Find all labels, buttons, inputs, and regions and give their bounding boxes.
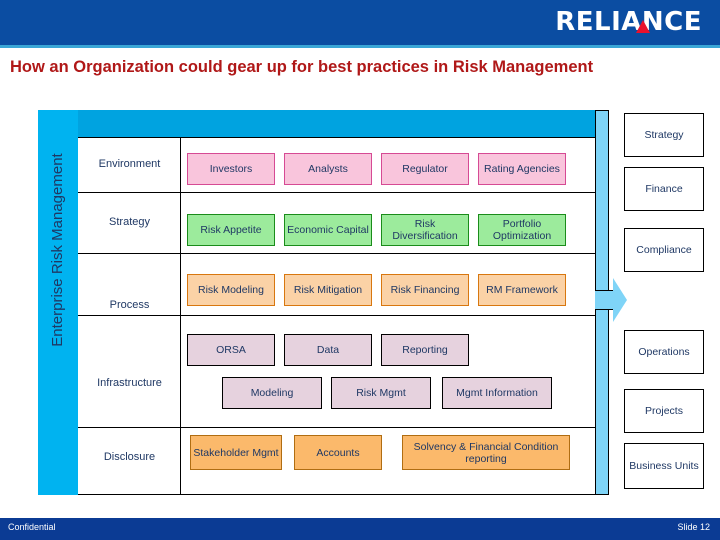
row-divider-top — [78, 137, 608, 138]
row-divider-bottom — [78, 494, 608, 495]
box-risk-mgmt[interactable]: Risk Mgmt — [331, 377, 431, 409]
reliance-logo: RELIANCE — [555, 7, 702, 37]
erm-framework-diagram: Enterprise Risk Management Environment S… — [38, 110, 608, 495]
box-accounts[interactable]: Accounts — [294, 435, 382, 470]
box-risk-modeling[interactable]: Risk Modeling — [187, 274, 275, 306]
side-box-business-units[interactable]: Business Units — [624, 443, 704, 489]
erm-vertical-label: Enterprise Risk Management — [49, 153, 66, 347]
box-stakeholder-mgmt[interactable]: Stakeholder Mgmt — [190, 435, 282, 470]
box-analysts[interactable]: Analysts — [284, 153, 372, 185]
box-rm-framework[interactable]: RM Framework — [478, 274, 566, 306]
diagram-top-band — [78, 110, 608, 137]
box-economic-capital[interactable]: Economic Capital — [284, 214, 372, 246]
box-rating-agencies[interactable]: Rating Agencies — [478, 153, 566, 185]
header-divider — [0, 45, 720, 48]
row-divider-3 — [78, 315, 608, 316]
erm-vertical-bar: Enterprise Risk Management — [38, 110, 78, 495]
box-risk-appetite[interactable]: Risk Appetite — [187, 214, 275, 246]
row-label-strategy: Strategy — [109, 216, 150, 228]
row-divider-2 — [78, 253, 608, 254]
row-label-process: Process — [109, 299, 150, 311]
confidentiality-label: Confidential — [8, 522, 56, 532]
side-box-finance[interactable]: Finance — [624, 167, 704, 211]
row-label-disclosure: Disclosure — [103, 451, 156, 463]
box-risk-financing[interactable]: Risk Financing — [381, 274, 469, 306]
side-box-operations[interactable]: Operations — [624, 330, 704, 374]
page-title: How an Organization could gear up for be… — [10, 58, 594, 76]
slide-number: Slide 12 — [677, 522, 710, 532]
side-box-compliance[interactable]: Compliance — [624, 228, 704, 272]
box-orsa[interactable]: ORSA — [187, 334, 275, 366]
box-portfolio-optimization[interactable]: Portfolio Optimization — [478, 214, 566, 246]
row-divider-4 — [78, 427, 608, 428]
reliance-triangle-icon — [636, 20, 650, 33]
box-risk-diversification[interactable]: Risk Diversification — [381, 214, 469, 246]
footer-bar: Confidential Slide 12 — [0, 518, 720, 540]
box-regulator[interactable]: Regulator — [381, 153, 469, 185]
right-arrow-icon — [613, 278, 627, 322]
box-risk-mitigation[interactable]: Risk Mitigation — [284, 274, 372, 306]
box-data[interactable]: Data — [284, 334, 372, 366]
side-box-projects[interactable]: Projects — [624, 389, 704, 433]
side-box-strategy[interactable]: Strategy — [624, 113, 704, 157]
box-modeling[interactable]: Modeling — [222, 377, 322, 409]
row-label-infrastructure: Infrastructure — [97, 377, 162, 389]
row-label-divider — [180, 137, 181, 495]
box-reporting[interactable]: Reporting — [381, 334, 469, 366]
box-mgmt-information[interactable]: Mgmt Information — [442, 377, 552, 409]
row-divider-1 — [78, 192, 608, 193]
box-solvency-reporting[interactable]: Solvency & Financial Condition reporting — [402, 435, 570, 470]
box-investors[interactable]: Investors — [187, 153, 275, 185]
row-label-environment: Environment — [98, 158, 161, 170]
